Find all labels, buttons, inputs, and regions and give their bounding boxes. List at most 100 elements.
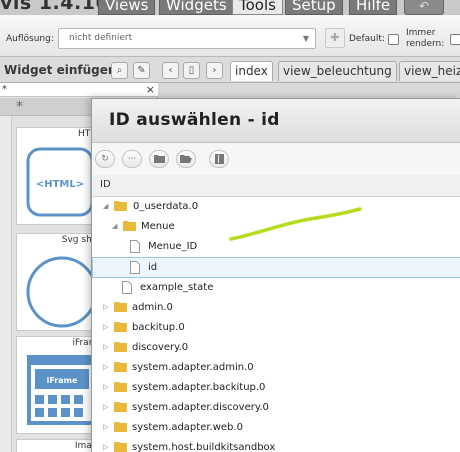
refresh-button[interactable]: ↻: [95, 150, 115, 168]
top-menu-bar: vis 1.4.16 Views Widgets Tools Setup Hil…: [0, 0, 460, 15]
book-icon: [214, 154, 224, 164]
folder-icon: [114, 322, 127, 332]
app-title: vis 1.4.16: [0, 0, 110, 14]
expanded-arrow-icon[interactable]: ◢: [103, 202, 108, 210]
more-icon: ···: [127, 154, 137, 164]
menu-tab-widgets[interactable]: Widgets: [159, 0, 234, 15]
palette-search-button[interactable]: ⌕: [111, 62, 128, 79]
folder-icon: [114, 402, 127, 412]
folder-icon: [153, 155, 165, 163]
resolution-add-button[interactable]: ✚: [325, 28, 345, 48]
tree-row-label: id: [148, 262, 158, 273]
folder-icon: [114, 382, 127, 392]
tab-index[interactable]: index: [230, 61, 273, 81]
collapsed-arrow-icon[interactable]: ▷: [103, 343, 108, 351]
default-label: Default:: [349, 34, 385, 44]
expanded-arrow-icon[interactable]: ◢: [112, 222, 117, 230]
circle-shape-icon: [26, 256, 98, 328]
tree-row[interactable]: ▷ discovery.0: [92, 338, 460, 358]
resolution-value: nicht definiert: [69, 33, 133, 43]
menu-tab-tools[interactable]: Tools: [232, 0, 283, 15]
tab-view-beleuchtung[interactable]: view_beleuchtung: [278, 61, 397, 81]
trash-icon: ▯: [188, 65, 195, 76]
menu-tab-setup[interactable]: Setup: [285, 0, 343, 15]
palette-pin-button[interactable]: ✎: [133, 62, 150, 79]
html-widget-icon: <HTML>: [26, 147, 94, 217]
collapsed-arrow-icon[interactable]: ▷: [103, 303, 108, 311]
collapse-all-button[interactable]: [149, 150, 169, 168]
iframe-widget-icon: iFrame: [27, 355, 97, 425]
filter-clear-button[interactable]: ×: [146, 83, 155, 96]
collapsed-arrow-icon[interactable]: ▷: [103, 363, 108, 371]
tabs-scroll-left-button[interactable]: ‹: [162, 62, 179, 79]
folder-icon: [114, 342, 127, 352]
expand-all-button[interactable]: [176, 150, 196, 168]
select-id-dialog: ID auswählen - id ↻ ··· ID ◢ 0_userdata.…: [91, 98, 460, 452]
highlight-scribble: [229, 207, 362, 241]
immer-rendern-checkbox[interactable]: [450, 34, 460, 45]
tab-bar: Widget einfügen ⌕ ✎ ‹ ▯ › index view_bel…: [0, 57, 460, 83]
more-button[interactable]: ···: [122, 150, 142, 168]
tab-view-heiz[interactable]: view_heiz: [399, 61, 460, 81]
tree-row-label: system.adapter.backitup.0: [132, 382, 266, 393]
tree-row[interactable]: ▷ system.adapter.web.0: [92, 418, 460, 438]
tree-row-selected[interactable]: id: [92, 257, 460, 278]
tree-row[interactable]: ▷ system.adapter.admin.0: [92, 358, 460, 378]
tree-row-label: 0_userdata.0: [133, 201, 199, 212]
collapsed-arrow-icon[interactable]: ▷: [103, 383, 108, 391]
dialog-toolbar: ↻ ···: [92, 143, 460, 175]
tree-row-label: system.adapter.admin.0: [132, 362, 254, 373]
book-button[interactable]: [209, 150, 229, 168]
widget-filter-input[interactable]: * ×: [0, 83, 158, 97]
iframe-widget-preview-text: iFrame: [47, 376, 78, 385]
folder-icon: [114, 362, 127, 372]
folder-icon: [114, 201, 127, 211]
delete-view-button[interactable]: ▯: [183, 62, 200, 79]
tree-row-label: backitup.0: [132, 322, 185, 333]
toolbar: Auflösung: nicht definiert ▼ ✚ Default: …: [0, 15, 460, 57]
tree-row[interactable]: ▷ system.adapter.discovery.0: [92, 398, 460, 418]
refresh-icon: ↻: [101, 154, 109, 164]
tree-row-label: discovery.0: [132, 342, 189, 353]
tree-row-label: system.adapter.web.0: [132, 422, 243, 433]
menu-tab-views[interactable]: Views: [98, 0, 156, 15]
open-folder-icon: [180, 155, 192, 163]
folder-icon: [114, 422, 127, 432]
tree-row-label: system.adapter.discovery.0: [132, 402, 269, 413]
tree-row-label: system.host.buildkitsandbox: [132, 442, 276, 452]
pin-icon: ✎: [137, 65, 146, 76]
collapsed-arrow-icon[interactable]: ▷: [103, 403, 108, 411]
collapsed-arrow-icon[interactable]: ▷: [103, 423, 108, 431]
tree-row[interactable]: ▷ system.adapter.backitup.0: [92, 378, 460, 398]
html-widget-preview-text: <HTML>: [36, 179, 84, 190]
widget-palette-title: Widget einfügen: [4, 63, 117, 77]
tree-row[interactable]: ▷ admin.0: [92, 298, 460, 318]
default-checkbox[interactable]: [388, 34, 399, 45]
tree-row[interactable]: ▷ backitup.0: [92, 318, 460, 338]
folder-icon: [114, 442, 127, 452]
tree-column-header: ID: [92, 175, 460, 197]
file-icon: [130, 240, 140, 253]
palette-scrollbar[interactable]: [0, 116, 12, 452]
id-column-label: ID: [100, 179, 111, 190]
tabs-scroll-right-button[interactable]: ›: [206, 62, 223, 79]
resolution-select[interactable]: nicht definiert ▼: [58, 28, 316, 49]
undo-icon: ↶: [418, 0, 430, 13]
search-icon: ⌕: [116, 65, 123, 76]
undo-button[interactable]: ↶: [404, 0, 444, 15]
tree-row[interactable]: example_state: [92, 278, 460, 298]
chevron-down-icon: ▼: [302, 34, 309, 43]
tree-row[interactable]: ▷ system.host.buildkitsandbox: [92, 438, 460, 452]
file-icon: [130, 261, 140, 274]
immer-rendern-label-line1: Immer: [406, 28, 436, 38]
menu-tab-hilfe[interactable]: Hilfe: [349, 0, 398, 15]
widget-filter-value: *: [2, 84, 7, 95]
palette-group-label: *: [16, 99, 23, 115]
collapsed-arrow-icon[interactable]: ▷: [103, 443, 108, 451]
dialog-title: ID auswählen - id: [109, 110, 280, 130]
chevron-left-icon: ‹: [168, 65, 173, 76]
plus-icon: ✚: [330, 31, 340, 44]
resolution-label: Auflösung:: [6, 34, 54, 44]
collapsed-arrow-icon[interactable]: ▷: [103, 323, 108, 331]
chevron-right-icon: ›: [212, 65, 217, 76]
